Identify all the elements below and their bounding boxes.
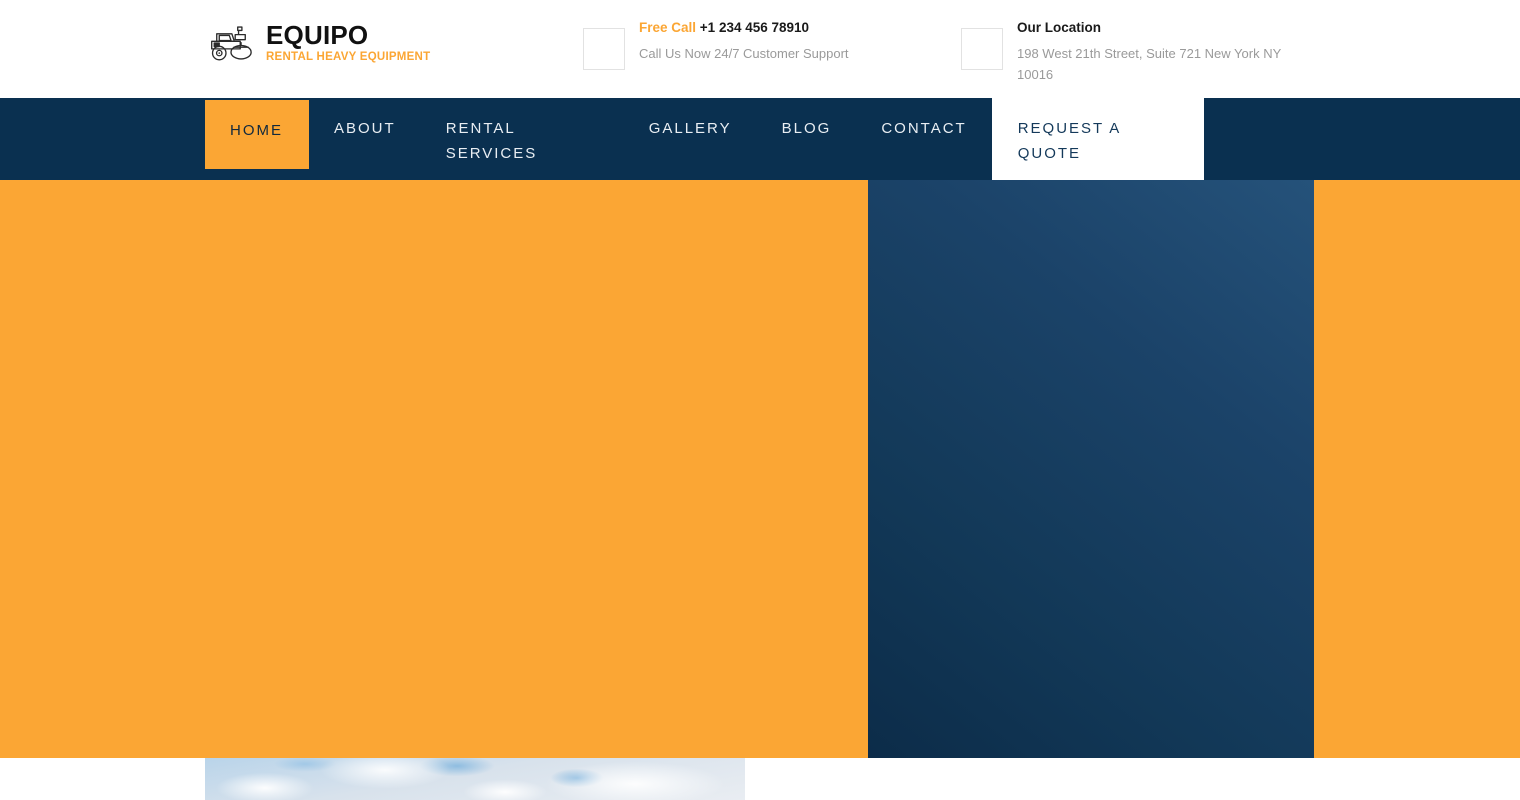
nav-items-container: HOME ABOUT RENTAL SERVICES GALLERY BLOG … [205,98,1204,180]
location-title: Our Location [1017,20,1101,35]
hero-dark-panel [868,180,1314,758]
location-address: 198 West 21th Street, Suite 721 New York… [1017,46,1282,83]
brand-tagline: RENTAL HEAVY EQUIPMENT [266,51,431,64]
header-phone-block: Free Call +1 234 456 78910 Call Us Now 2… [583,20,883,70]
hero-section [0,180,1520,758]
main-navigation-bar: HOME ABOUT RENTAL SERVICES GALLERY BLOG … [0,98,1520,180]
phone-text-group: Free Call +1 234 456 78910 Call Us Now 2… [639,20,849,64]
phone-title: Free Call +1 234 456 78910 [639,20,849,36]
brand-name: EQUIPO [266,20,369,51]
road-roller-icon [211,26,252,61]
phone-icon [583,28,625,70]
map-marker-icon [961,28,1003,70]
top-header-bar: EQUIPO RENTAL HEAVY EQUIPMENT Free Call … [0,0,1520,98]
brand-text-group: EQUIPO RENTAL HEAVY EQUIPMENT [266,20,431,64]
nav-item-gallery[interactable]: GALLERY [624,98,757,180]
phone-subtitle: Call Us Now 24/7 Customer Support [639,46,849,62]
cloud-texture [205,758,745,800]
sky-photo [205,758,745,800]
page-root: EQUIPO RENTAL HEAVY EQUIPMENT Free Call … [0,0,1520,800]
request-a-quote-button[interactable]: REQUEST A QUOTE [991,98,1204,180]
site-logo[interactable]: EQUIPO RENTAL HEAVY EQUIPMENT [205,20,431,64]
location-text-group: Our Location 198 West 21th Street, Suite… [1017,20,1281,85]
phone-number[interactable]: +1 234 456 78910 [700,20,809,35]
header-location-block: Our Location 198 West 21th Street, Suite… [961,20,1281,85]
nav-item-rental-services[interactable]: RENTAL SERVICES [421,98,624,180]
nav-item-home[interactable]: HOME [205,100,309,169]
nav-item-blog[interactable]: BLOG [757,98,857,180]
nav-item-about[interactable]: ABOUT [309,98,421,180]
phone-label: Free Call [639,20,697,35]
nav-item-contact[interactable]: CONTACT [856,98,991,180]
